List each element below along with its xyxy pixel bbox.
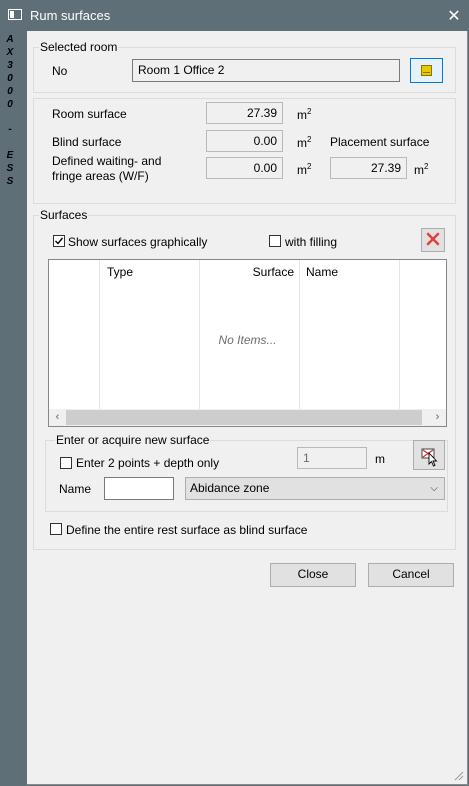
acquire-surface-button[interactable]: [413, 440, 445, 470]
placement-surface-field: 27.39: [330, 157, 407, 179]
cancel-button[interactable]: Cancel: [368, 563, 454, 587]
window-title: Rum surfaces: [30, 8, 111, 23]
define-rest-checkbox[interactable]: [50, 523, 62, 535]
acquire-cursor-icon: [421, 448, 438, 467]
room-icon: [421, 65, 432, 76]
blind-surface-label: Blind surface: [52, 135, 122, 149]
new-surface-group: [45, 440, 448, 512]
room-surface-field: 27.39: [206, 102, 283, 124]
defined-areas-field: 0.00: [206, 157, 283, 179]
room-no-label: No: [52, 64, 68, 78]
room-surface-label: Room surface: [52, 107, 127, 121]
side-strip: A X 3 0 0 0 - E S S: [0, 31, 27, 786]
column-header-surface[interactable]: Surface: [199, 265, 294, 279]
show-graphically-label[interactable]: Show surfaces graphically: [68, 235, 207, 249]
dialog-body: Selected room No Room 1 Office 2 Room su…: [27, 31, 468, 785]
delete-icon: [426, 232, 440, 246]
scrollbar-thumb[interactable]: [66, 410, 422, 425]
side-text: A X 3 0 0 0 - E S S: [6, 34, 14, 187]
name-label: Name: [59, 482, 92, 496]
scroll-left-icon[interactable]: ‹: [49, 410, 66, 425]
delete-surface-button[interactable]: [421, 228, 445, 252]
room-field: Room 1 Office 2: [132, 59, 400, 82]
chevron-down-icon: ⌵: [430, 483, 438, 494]
column-header-type[interactable]: Type: [107, 265, 133, 279]
depth-field: 1: [297, 447, 367, 469]
title-bar: Rum surfaces ✕: [0, 0, 469, 31]
defined-areas-unit: m2: [297, 162, 312, 177]
name-input[interactable]: [104, 477, 174, 500]
depth-unit: m: [375, 452, 385, 466]
define-rest-label[interactable]: Define the entire rest surface as blind …: [66, 523, 307, 537]
placement-surface-label: Placement surface: [330, 135, 430, 149]
surfaces-label: Surfaces: [39, 208, 89, 222]
resize-grip-icon[interactable]: [452, 769, 464, 781]
defined-areas-label-1: Defined waiting- and: [52, 154, 162, 168]
show-graphically-checkbox[interactable]: [53, 235, 65, 247]
enter-points-label[interactable]: Enter 2 points + depth only: [76, 456, 219, 470]
close-button[interactable]: Close: [270, 563, 356, 587]
selected-room-label: Selected room: [39, 40, 119, 54]
blind-surface-field: 0.00: [206, 130, 283, 152]
with-filling-checkbox[interactable]: [269, 235, 281, 247]
empty-list-text: No Items...: [218, 333, 277, 347]
select-room-button[interactable]: [410, 58, 443, 83]
window-icon: [8, 9, 22, 20]
with-filling-label[interactable]: with filling: [285, 235, 337, 249]
column-header-name[interactable]: Name: [306, 265, 338, 279]
zone-select[interactable]: Abidance zone ⌵: [185, 477, 445, 500]
defined-areas-label-2: fringe areas (W/F): [52, 169, 149, 183]
new-surface-label: Enter or acquire new surface: [55, 433, 211, 447]
horizontal-scrollbar[interactable]: ‹ ›: [49, 409, 446, 426]
room-surface-unit: m2: [297, 107, 312, 122]
scroll-right-icon[interactable]: ›: [429, 410, 446, 425]
zone-select-value: Abidance zone: [190, 481, 270, 495]
placement-surface-unit: m2: [414, 162, 429, 177]
enter-points-checkbox[interactable]: [60, 457, 72, 469]
surfaces-table[interactable]: Type Surface Name No Items... ‹ ›: [48, 259, 447, 427]
close-icon[interactable]: ✕: [446, 6, 462, 26]
blind-surface-unit: m2: [297, 135, 312, 150]
